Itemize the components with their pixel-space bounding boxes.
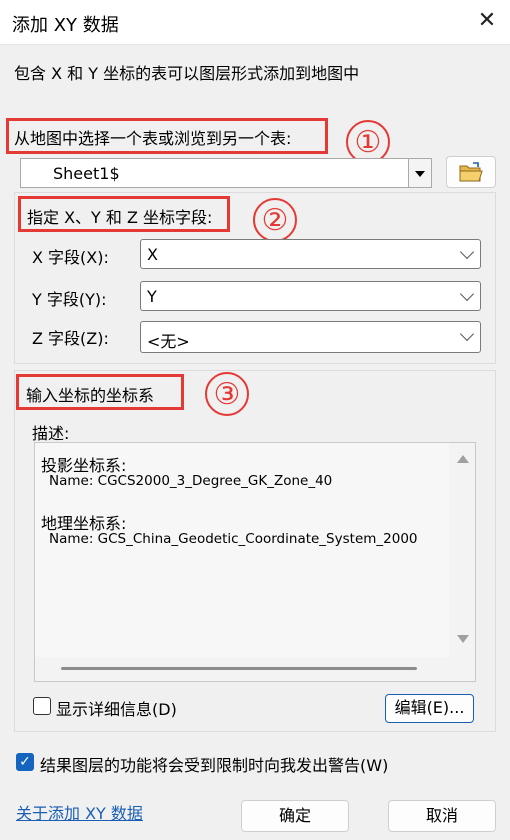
scroll-down-icon[interactable] bbox=[457, 635, 469, 643]
close-icon[interactable]: ✕ bbox=[474, 8, 500, 34]
description-box: 投影坐标系: Name: CGCS2000_3_Degree_GK_Zone_4… bbox=[34, 442, 476, 682]
edit-button[interactable]: 编辑(E)... bbox=[385, 694, 474, 723]
x-field-value: X bbox=[147, 245, 158, 264]
cancel-button[interactable]: 取消 bbox=[388, 800, 496, 832]
horizontal-scroll-thumb[interactable] bbox=[61, 667, 417, 670]
z-field-select[interactable]: <无> bbox=[140, 321, 481, 353]
z-field-label: Z 字段(Z): bbox=[32, 329, 109, 348]
chevron-down-icon[interactable] bbox=[408, 159, 431, 187]
show-details-checkbox[interactable] bbox=[33, 697, 51, 715]
step3-marker: ③ bbox=[205, 372, 249, 416]
projected-cs-name: Name: CGCS2000_3_Degree_GK_Zone_40 bbox=[49, 473, 333, 489]
about-link[interactable]: 关于添加 XY 数据 bbox=[16, 800, 143, 824]
warning-label: 结果图层的功能将会受到限制时向我发出警告(W) bbox=[40, 756, 389, 775]
browse-button[interactable] bbox=[446, 156, 496, 188]
folder-icon bbox=[459, 162, 483, 182]
step2-marker: ② bbox=[253, 198, 297, 242]
x-field-label: X 字段(X): bbox=[32, 248, 109, 267]
table-value: Sheet1$ bbox=[53, 164, 120, 183]
warning-checkbox[interactable]: ✓ bbox=[16, 753, 34, 771]
y-field-label: Y 字段(Y): bbox=[32, 290, 107, 309]
z-field-value: <无> bbox=[147, 332, 190, 351]
table-combobox[interactable]: Sheet1$ bbox=[20, 158, 432, 188]
show-details-label: 显示详细信息(D) bbox=[56, 700, 177, 719]
title-bar: 添加 XY 数据 ✕ bbox=[0, 0, 510, 45]
horizontal-scrollbar[interactable] bbox=[35, 657, 475, 681]
vertical-scrollbar[interactable] bbox=[449, 443, 475, 658]
ok-button[interactable]: 确定 bbox=[241, 800, 349, 832]
chevron-down-icon bbox=[459, 244, 475, 260]
description-label: 描述: bbox=[32, 424, 70, 443]
step2-label: 指定 X、Y 和 Z 坐标字段: bbox=[27, 208, 213, 227]
geographic-cs-name: Name: GCS_China_Geodetic_Coordinate_Syst… bbox=[49, 531, 418, 547]
window-title: 添加 XY 数据 bbox=[12, 15, 119, 36]
intro-text: 包含 X 和 Y 坐标的表可以图层形式添加到地图中 bbox=[14, 64, 360, 83]
y-field-select[interactable]: Y bbox=[140, 281, 481, 311]
scroll-up-icon[interactable] bbox=[457, 455, 469, 463]
x-field-select[interactable]: X bbox=[140, 239, 481, 269]
chevron-down-icon bbox=[459, 286, 475, 302]
step1-label: 从地图中选择一个表或浏览到另一个表: bbox=[14, 129, 292, 148]
step3-label: 输入坐标的坐标系 bbox=[26, 386, 155, 405]
y-field-value: Y bbox=[147, 287, 157, 306]
chevron-down-icon bbox=[459, 326, 475, 342]
